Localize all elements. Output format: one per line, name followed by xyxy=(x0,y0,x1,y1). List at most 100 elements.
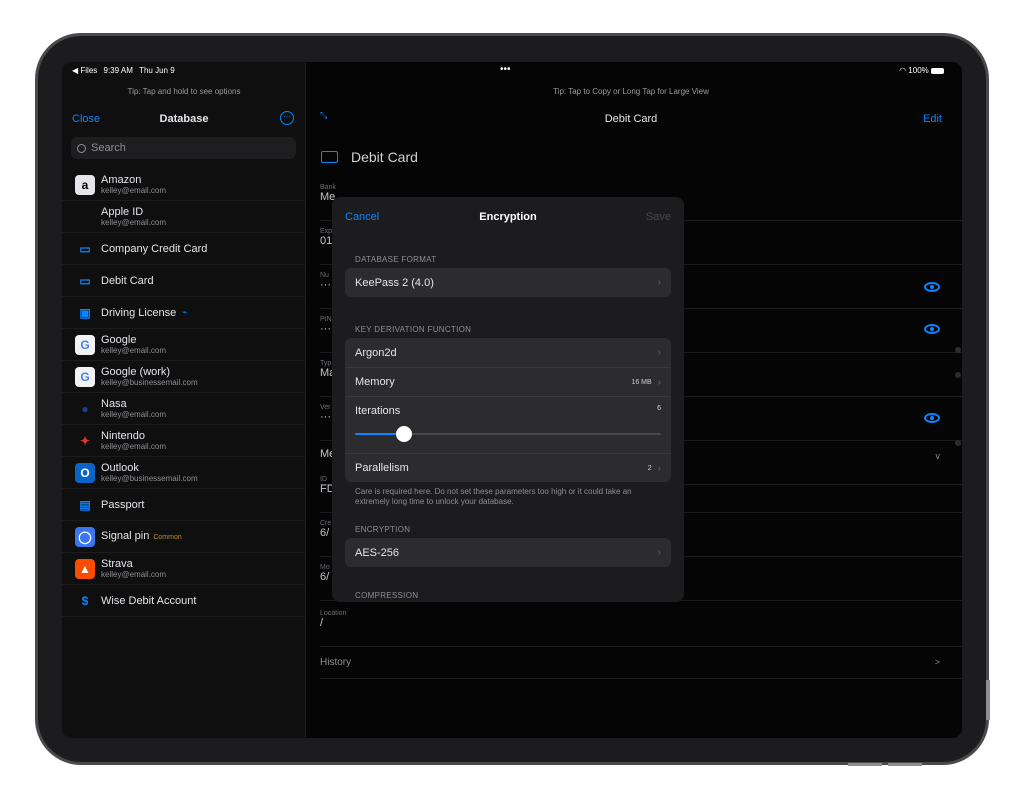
mario-icon: ✦ xyxy=(79,433,91,448)
entry-row[interactable]: ● Nasa kelley@email.com xyxy=(62,393,306,425)
memory-row[interactable]: Memory 16 MB › xyxy=(345,367,671,396)
format-card: KeePass 2 (4.0) › xyxy=(345,268,671,297)
field-label: Cre xyxy=(320,520,332,527)
entry-text: Amazon kelley@email.com xyxy=(101,174,166,196)
detail-field[interactable]: Ver ··· xyxy=(320,404,331,423)
detail-tip: Tip: Tap to Copy or Long Tap for Large V… xyxy=(553,87,709,96)
apple-icon xyxy=(75,207,95,227)
entry-title: Debit Card xyxy=(351,149,418,165)
status-time: 9:39 AM xyxy=(103,66,133,75)
slider-knob[interactable] xyxy=(395,426,412,442)
multitasking-dots[interactable]: ••• xyxy=(500,64,511,75)
entry-title: Strava xyxy=(101,557,133,570)
entry-title: Debit Card xyxy=(101,274,154,287)
attachment-icon: ⌁ xyxy=(182,307,188,317)
entry-title: Google (work) xyxy=(101,365,171,378)
entry-row[interactable]: O Outlook kelley@businessemail.com xyxy=(62,457,306,489)
memory-value: 16 MB xyxy=(631,378,652,386)
format-value: KeePass 2 (4.0) xyxy=(355,276,434,289)
parallelism-row[interactable]: Parallelism 2 › xyxy=(345,453,671,482)
detail-field[interactable]: Nu ··· xyxy=(320,272,331,291)
entry-row[interactable]: G Google (work) kelley@businessemail.com xyxy=(62,361,306,393)
outlook-icon: O xyxy=(75,462,95,483)
sidebar: ◀ Files 9:39 AM Thu Jun 9 Tip: Tap and h… xyxy=(62,62,306,738)
iterations-slider[interactable] xyxy=(355,426,661,442)
encryption-row[interactable]: AES-256 › xyxy=(345,538,671,567)
reveal-eye-icon[interactable] xyxy=(924,413,940,423)
iterations-value: 6 xyxy=(657,405,661,412)
detail-nav-title: Debit Card xyxy=(604,113,658,125)
search-input[interactable]: Search xyxy=(71,137,296,159)
right-edge-dot xyxy=(955,372,961,378)
section-header: ENCRYPTION xyxy=(355,525,411,534)
screen: ◀ Files 9:39 AM Thu Jun 9 Tip: Tap and h… xyxy=(62,62,962,738)
battery-percent: 100% xyxy=(908,66,929,75)
entry-row[interactable]: ▣ ⌁ Driving License xyxy=(62,297,306,329)
entry-row[interactable]: ▭ Company Credit Card xyxy=(62,233,306,265)
detail-field[interactable]: PIN ··· xyxy=(320,316,332,335)
status-date: Thu Jun 9 xyxy=(139,66,175,75)
entry-row[interactable]: a Amazon kelley@email.com xyxy=(62,169,306,201)
database-format-row[interactable]: KeePass 2 (4.0) › xyxy=(345,268,671,297)
history-chevron[interactable]: > xyxy=(935,657,940,667)
entry-title: Driving License xyxy=(101,306,177,319)
sidebar-tip: Tip: Tap and hold to see options xyxy=(127,87,241,96)
entry-row[interactable]: ✦ Nintendo kelley@email.com xyxy=(62,425,306,457)
wifi-icon: ◠ xyxy=(899,66,907,75)
reveal-eye-icon[interactable] xyxy=(924,324,940,334)
field-value: 6/ xyxy=(320,527,330,539)
detail-field[interactable]: Cre 6/ xyxy=(320,520,331,539)
more-options-icon[interactable]: ··· xyxy=(280,111,294,125)
parallelism-value: 2 xyxy=(647,464,652,472)
google-icon: G xyxy=(75,334,95,355)
entry-title: Nintendo xyxy=(101,429,146,442)
volume-button xyxy=(848,763,882,766)
entry-subtitle: kelley@businessemail.com xyxy=(101,377,198,387)
chevron-right-icon: › xyxy=(657,277,661,288)
entry-row[interactable]: ▤ Passport xyxy=(62,489,306,521)
section-header: KEY DERIVATION FUNCTION xyxy=(355,325,472,334)
entry-row[interactable]: Apple ID kelley@email.com xyxy=(62,201,306,233)
status-right: ◠ 100% xyxy=(899,66,944,75)
field-label: Exp xyxy=(320,228,333,235)
entry-text: Passport xyxy=(101,499,144,511)
parallelism-label: Parallelism xyxy=(355,462,409,474)
chevron-right-icon: › xyxy=(657,547,661,558)
expand-chevron[interactable]: v xyxy=(936,451,941,461)
volume-button xyxy=(888,763,922,766)
field-label: Bank xyxy=(320,184,336,191)
entry-text: Google (work) kelley@businessemail.com xyxy=(101,366,198,388)
iterations-label: Iterations xyxy=(355,405,401,417)
history-label[interactable]: History xyxy=(320,657,351,668)
reveal-eye-icon[interactable] xyxy=(924,282,940,292)
entry-title: Signal pin Common xyxy=(101,529,182,542)
right-edge-dot xyxy=(955,347,961,353)
field-value: ··· xyxy=(320,279,331,291)
entry-title: Passport xyxy=(101,498,145,511)
edit-button[interactable]: Edit xyxy=(923,113,942,125)
entry-text: Driving License xyxy=(101,307,176,319)
entry-row[interactable]: ▲ Strava kelley@email.com xyxy=(62,553,306,585)
chevron-right-icon: › xyxy=(657,347,661,358)
common-badge: Common xyxy=(153,533,182,541)
entry-row[interactable]: ▭ Debit Card xyxy=(62,265,306,297)
save-button[interactable]: Save xyxy=(646,211,671,223)
amazon-icon: a xyxy=(75,174,95,195)
detail-field[interactable]: Exp 01 xyxy=(320,228,332,247)
detail-field[interactable]: Mo 6/ xyxy=(320,564,330,583)
detail-field[interactable]: Location / xyxy=(320,610,346,629)
back-to-files-link[interactable]: ◀ Files xyxy=(72,66,97,75)
entry-text: Debit Card xyxy=(101,275,154,287)
field-value: ··· xyxy=(320,411,331,423)
kdf-row[interactable]: Argon2d › xyxy=(345,338,671,367)
entry-text: Nasa kelley@email.com xyxy=(101,398,166,420)
entry-row[interactable]: ◯ Signal pin Common xyxy=(62,521,306,553)
field-label: PIN xyxy=(320,316,332,323)
entry-text: Outlook kelley@businessemail.com xyxy=(101,462,198,484)
entry-card-icon xyxy=(321,151,338,163)
entry-row[interactable]: G Google kelley@email.com xyxy=(62,329,306,361)
kdf-value: Argon2d xyxy=(355,346,397,359)
divider xyxy=(320,678,962,679)
power-button xyxy=(986,680,990,720)
entry-row[interactable]: $ Wise Debit Account xyxy=(62,585,306,617)
